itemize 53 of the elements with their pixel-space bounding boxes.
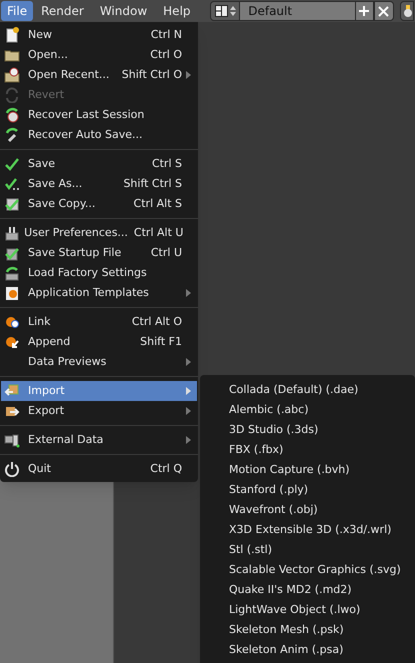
submenu-item[interactable]: Skeleton Anim (.psa) bbox=[200, 640, 415, 660]
menu-item[interactable]: Open... Ctrl O bbox=[1, 45, 197, 65]
submenu-item[interactable]: Scalable Vector Graphics (.svg) bbox=[200, 560, 415, 580]
submenu-item[interactable]: Stanford (.ply) bbox=[200, 480, 415, 500]
menu-item[interactable]: Append Shift F1 bbox=[1, 332, 197, 352]
submenu-item[interactable]: Motion Capture (.bvh) bbox=[200, 460, 415, 480]
refresh-icon bbox=[4, 87, 20, 103]
submenu-item[interactable]: Quake II's MD2 (.md2) bbox=[200, 580, 415, 600]
submenu-item[interactable]: Stl (.stl) bbox=[200, 540, 415, 560]
layout-switch-button[interactable] bbox=[210, 1, 240, 21]
submenu-item[interactable]: X3D Extensible 3D (.x3d/.wrl) bbox=[200, 520, 415, 540]
checkmark-icon bbox=[4, 156, 20, 172]
up-down-arrows-icon bbox=[230, 5, 236, 17]
add-button[interactable] bbox=[354, 1, 374, 21]
menu-item[interactable]: Open Recent... Shift Ctrl O bbox=[1, 65, 197, 85]
menu-item[interactable]: Load Factory Settings bbox=[1, 263, 197, 283]
menu-item[interactable]: New Ctrl N bbox=[1, 25, 197, 45]
new-file-icon bbox=[4, 27, 20, 43]
submenu-item[interactable]: LightWave Object (.lwo) bbox=[200, 600, 415, 620]
layout-name-field[interactable]: Default bbox=[240, 1, 355, 21]
plus-icon bbox=[358, 5, 370, 17]
checked-document-icon bbox=[4, 196, 20, 212]
submenu-item[interactable]: 3D Studio (.3ds) bbox=[200, 420, 415, 440]
menu-item[interactable]: User Preferences... Ctrl Alt U bbox=[1, 223, 197, 243]
submenu-item[interactable]: Collada (Default) (.dae) bbox=[200, 380, 415, 400]
menu-item[interactable]: Data Previews bbox=[1, 352, 197, 372]
menu-bar-item[interactable]: Help bbox=[155, 1, 199, 21]
menu-item[interactable]: Quit Ctrl Q bbox=[1, 459, 197, 479]
menu-bar-item[interactable]: Render bbox=[33, 1, 92, 21]
menu-item[interactable]: Recover Auto Save... bbox=[1, 125, 197, 145]
menu-bar-item[interactable]: Window bbox=[92, 1, 156, 21]
menu-item[interactable]: Save Ctrl S bbox=[1, 154, 197, 174]
menu-item[interactable]: Save As... Shift Ctrl S bbox=[1, 174, 197, 194]
power-icon bbox=[4, 461, 20, 477]
menu-item[interactable]: Export bbox=[1, 401, 197, 421]
submenu-item[interactable]: Skeleton Mesh (.psk) bbox=[200, 620, 415, 640]
close-icon bbox=[378, 6, 390, 16]
menu-item[interactable]: External Data bbox=[1, 430, 197, 450]
menu-item[interactable]: Link Ctrl Alt O bbox=[1, 312, 197, 332]
layout-icon bbox=[214, 5, 228, 17]
menu-item[interactable]: Save Copy... Ctrl Alt S bbox=[1, 194, 197, 214]
scene-icon bbox=[403, 4, 414, 18]
close-button[interactable] bbox=[374, 1, 394, 21]
menu-bar-item[interactable]: File bbox=[1, 1, 34, 21]
checkmark-dots-icon bbox=[4, 176, 20, 192]
menu-item[interactable]: Recover Last Session bbox=[1, 105, 197, 125]
menu-item[interactable]: Import bbox=[1, 381, 197, 401]
menu-item[interactable]: Application Templates bbox=[1, 283, 197, 303]
scene-button[interactable] bbox=[400, 1, 414, 21]
submenu-item[interactable]: Alembic (.abc) bbox=[200, 400, 415, 420]
submenu-item[interactable]: Wavefront (.obj) bbox=[200, 500, 415, 520]
submenu-item[interactable]: FBX (.fbx) bbox=[200, 440, 415, 460]
menu-item[interactable]: Save Startup File Ctrl U bbox=[1, 243, 197, 263]
